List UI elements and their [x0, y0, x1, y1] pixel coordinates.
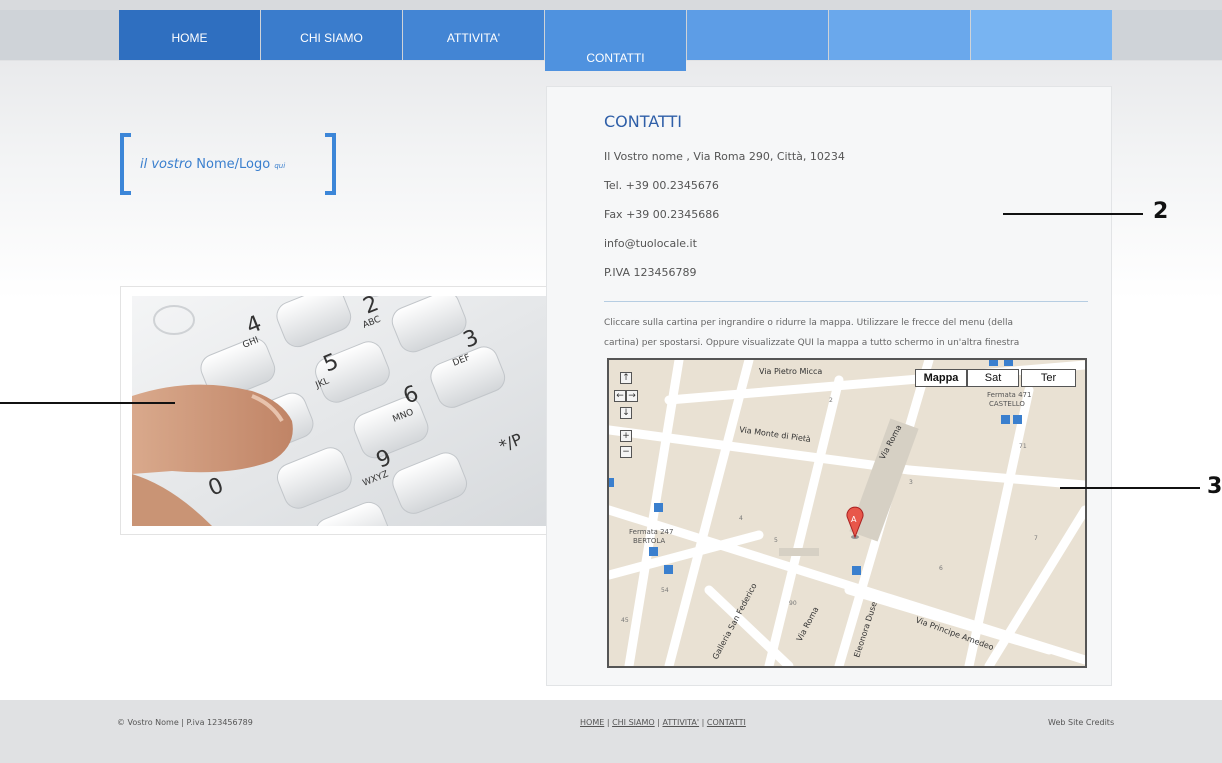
contact-address: Il Vostro nome , Via Roma 290, Città, 10…: [604, 150, 845, 163]
footer-link-home[interactable]: HOME: [580, 718, 604, 727]
photo-frame: 4 GHI 2 ABC 3 DEF 5 JKL 6 MNO 9 WXYZ 0 *…: [120, 286, 580, 535]
nav-item-chi-siamo[interactable]: CHI SIAMO: [261, 10, 402, 60]
contact-email[interactable]: info@tuolocale.it: [604, 237, 697, 250]
footer-copyright: © Vostro Nome | P.iva 123456789: [117, 718, 253, 727]
stop-label: Fermata 471: [987, 391, 1031, 399]
page-title: CONTATTI: [604, 112, 682, 131]
callout-line-3: [1060, 487, 1200, 489]
logo-text-part: qui: [274, 162, 286, 170]
footer-link-attivita[interactable]: ATTIVITA': [662, 718, 699, 727]
nav-item-home[interactable]: HOME: [119, 10, 260, 60]
logo-bracket-left: [120, 133, 131, 195]
contact-tel: Tel. +39 00.2345676: [604, 179, 719, 192]
contact-piva: P.IVA 123456789: [604, 266, 697, 279]
footer-separator: |: [604, 718, 613, 727]
map-type-ter-button[interactable]: Ter: [1021, 369, 1076, 387]
callout-number-2: 2: [1153, 199, 1169, 224]
footer-link-chi-siamo[interactable]: CHI SIAMO: [612, 718, 655, 727]
map-number: 71: [1019, 443, 1027, 450]
map-number: 7: [1034, 535, 1038, 542]
nav-item-contatti[interactable]: CONTATTI: [545, 10, 686, 71]
zoom-out-icon[interactable]: −: [620, 446, 632, 458]
keypad-photo: 4 GHI 2 ABC 3 DEF 5 JKL 6 MNO 9 WXYZ 0 *…: [132, 296, 573, 526]
map-number: 3: [909, 479, 913, 486]
nav-item-empty: [687, 10, 828, 60]
nav-item-empty: [971, 10, 1112, 60]
nav-item-attivita[interactable]: ATTIVITA': [403, 10, 544, 60]
map-type-sat-button[interactable]: Sat: [967, 369, 1019, 387]
keypad-illustration: 4 GHI 2 ABC 3 DEF 5 JKL 6 MNO 9 WXYZ 0 *…: [132, 296, 573, 526]
callout-number-3: 3: [1207, 474, 1222, 499]
footer-nav: HOME | CHI SIAMO | ATTIVITA' | CONTATTI: [580, 718, 746, 727]
pan-down-icon[interactable]: ↓: [620, 407, 632, 419]
map-instructions: Cliccare sulla cartina per ingrandire o …: [604, 313, 1100, 353]
footer-separator: |: [699, 718, 707, 727]
site-logo[interactable]: il vostro Nome/Logo qui: [120, 133, 340, 195]
logo-text-part: Nome/Logo: [192, 157, 275, 172]
footer-credits[interactable]: Web Site Credits: [1048, 718, 1114, 727]
map-number: 4: [739, 515, 743, 522]
nav-label: CHI SIAMO: [300, 31, 363, 45]
callout-line-1: [0, 402, 175, 404]
zoom-in-icon[interactable]: +: [620, 430, 632, 442]
map-canvas[interactable]: Via Pietro Micca Via Monte di Pietà Via …: [609, 360, 1085, 666]
footer: [0, 700, 1222, 763]
map-number: 54: [661, 587, 669, 594]
logo-text-part: il vostro: [140, 157, 193, 172]
logo-text: il vostro Nome/Logo qui: [140, 157, 285, 172]
map-number: 2: [829, 397, 833, 404]
main-navigation: HOME CHI SIAMO ATTIVITA' CONTATTI: [119, 10, 1113, 71]
stop-label: Fermata 247: [629, 528, 673, 536]
stop-label: CASTELLO: [989, 400, 1025, 408]
map-instructions-line[interactable]: cartina) per spostarsi. Oppure visualizz…: [604, 333, 1100, 353]
divider: [604, 301, 1088, 302]
logo-bracket-right: [325, 133, 336, 195]
callout-line-2: [1003, 213, 1143, 215]
map-type-mappa-button[interactable]: Mappa: [915, 369, 967, 387]
nav-label: HOME: [171, 31, 208, 45]
footer-link-contatti[interactable]: CONTATTI: [707, 718, 746, 727]
map-number: 90: [789, 600, 797, 607]
map-instructions-line: Cliccare sulla cartina per ingrandire o …: [604, 318, 1013, 328]
pan-up-icon[interactable]: ↑: [620, 372, 632, 384]
map-number: 45: [621, 617, 629, 624]
street-label: Via Pietro Micca: [759, 367, 822, 376]
stop-label: BERTOLA: [633, 537, 665, 545]
contact-fax: Fax +39 00.2345686: [604, 208, 720, 221]
nav-label: CONTATTI: [586, 51, 645, 65]
pan-right-icon[interactable]: →: [626, 390, 638, 402]
nav-item-empty: [829, 10, 970, 60]
nav-label: ATTIVITA': [446, 31, 501, 45]
map-number: 5: [774, 537, 778, 544]
marker-label: A: [851, 515, 857, 524]
map-number: 6: [939, 565, 943, 572]
pan-left-icon[interactable]: ←: [614, 390, 626, 402]
location-map[interactable]: Via Pietro Micca Via Monte di Pietà Via …: [607, 358, 1087, 668]
